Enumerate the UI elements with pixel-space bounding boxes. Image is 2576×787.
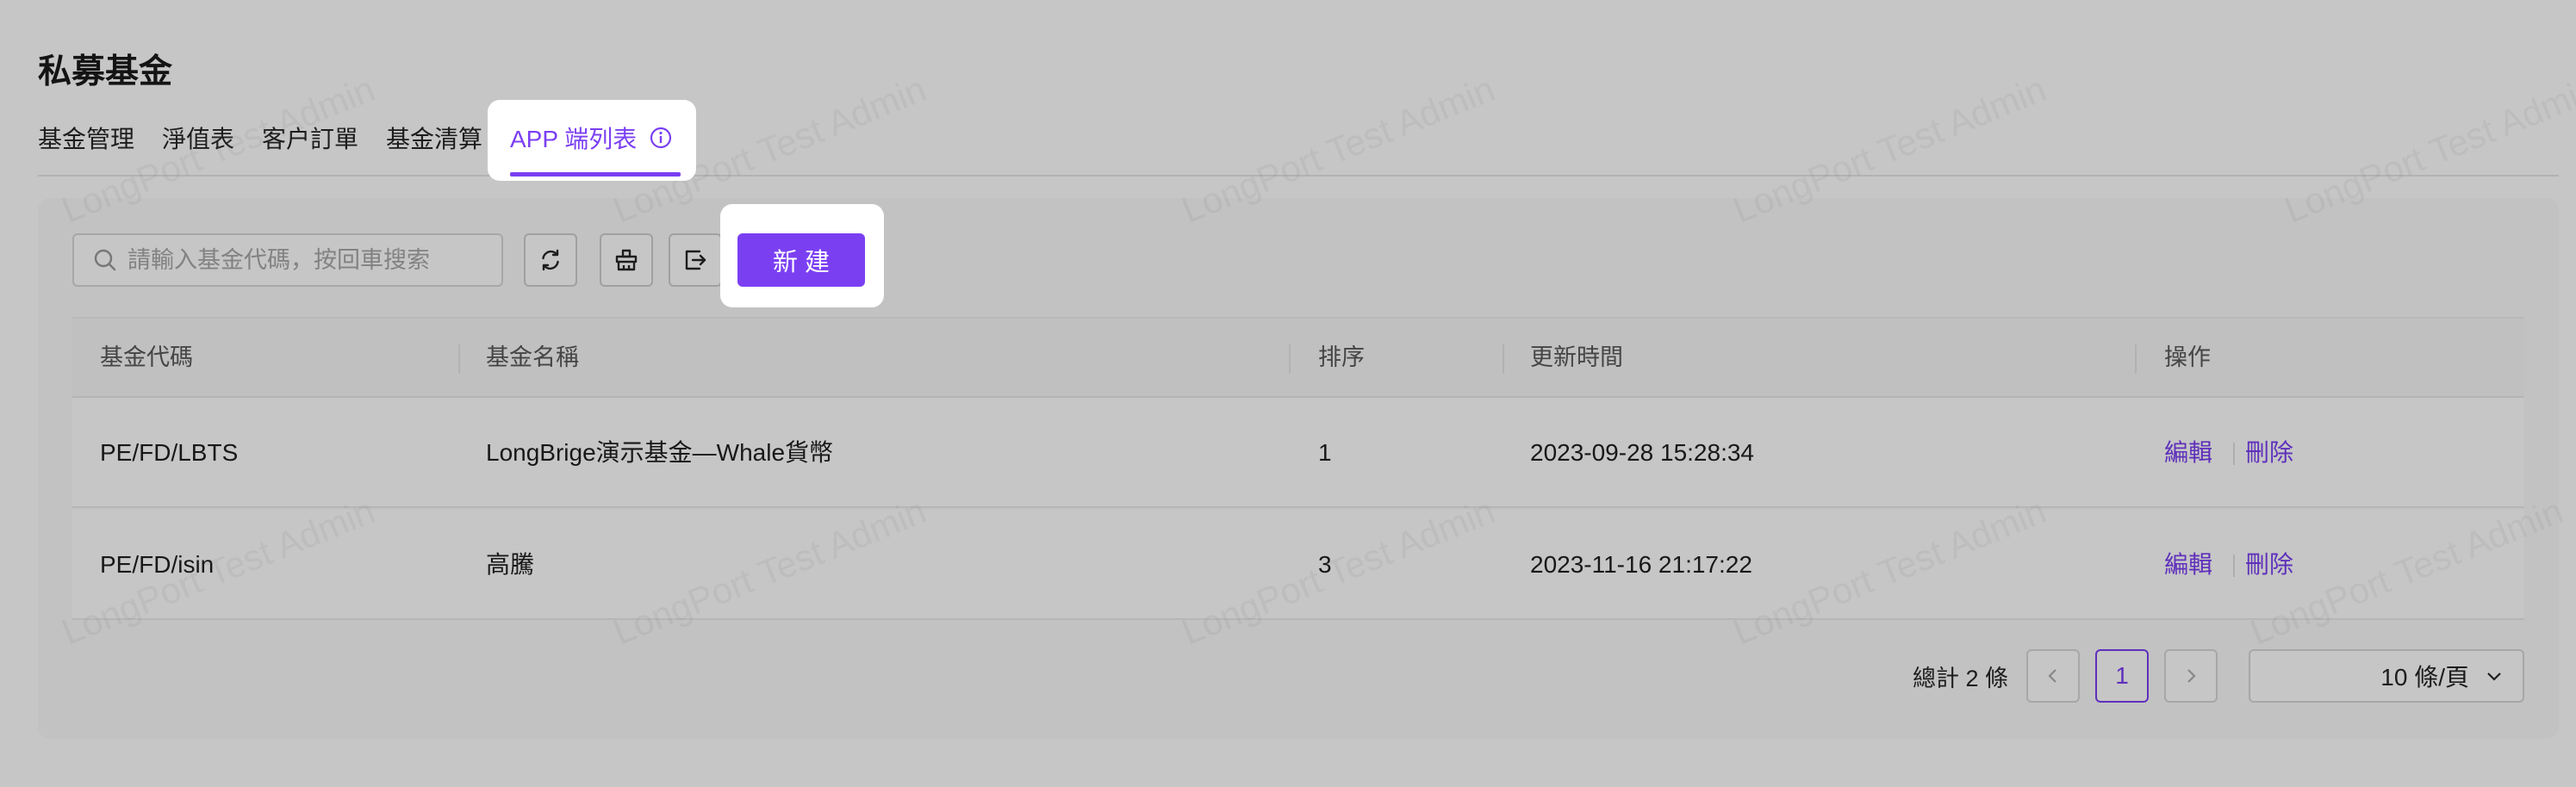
pagination-total: 總計 2 條 — [1913, 666, 2009, 691]
new-button[interactable]: 新建 — [737, 233, 865, 287]
tab-fund-liquidation[interactable]: 基金清算 — [386, 121, 482, 155]
tab-divider — [38, 175, 2559, 177]
active-tab-indicator — [510, 172, 681, 177]
cell-fund-name: 高騰 — [486, 551, 535, 578]
tab-nav-table[interactable]: 淨值表 — [162, 121, 234, 155]
page-size-select[interactable]: 10 條/頁 — [2249, 649, 2524, 703]
edit-link[interactable]: 編輯 — [2164, 398, 2212, 508]
action-divider — [2233, 443, 2235, 465]
cell-updated-time: 2023-11-16 21:17:22 — [1530, 551, 1752, 578]
table-row: PE/FD/isin 高騰 3 2023-11-16 21:17:22 編輯 刪… — [72, 510, 2524, 620]
column-header-fund-code: 基金代碼 — [100, 344, 193, 370]
refresh-icon — [538, 247, 563, 273]
cell-fund-name: LongBrige演示基金—Whale貨幣 — [486, 439, 834, 466]
action-divider — [2233, 555, 2235, 577]
cell-order: 3 — [1318, 551, 1332, 578]
page-size-value: 10 條/頁 — [2380, 664, 2469, 691]
clear-icon — [613, 247, 639, 273]
chevron-down-icon — [2485, 666, 2504, 685]
pagination-page-current[interactable]: 1 — [2095, 649, 2149, 703]
info-circle-icon — [649, 126, 673, 150]
pagination-prev-button[interactable] — [2026, 649, 2080, 703]
chevron-left-icon — [2044, 667, 2062, 685]
tab-customer-orders[interactable]: 客户訂單 — [262, 121, 358, 155]
column-header-actions: 操作 — [2164, 344, 2211, 370]
delete-link[interactable]: 刪除 — [2245, 398, 2293, 508]
chevron-right-icon — [2182, 667, 2200, 685]
column-header-fund-name: 基金名稱 — [486, 344, 579, 370]
clear-button[interactable] — [600, 233, 653, 287]
search-input[interactable] — [128, 246, 498, 274]
column-divider — [1289, 344, 1291, 374]
export-icon — [682, 247, 708, 273]
page-title: 私募基金 — [38, 53, 173, 90]
delete-link[interactable]: 刪除 — [2245, 510, 2293, 620]
cell-fund-code: PE/FD/LBTS — [100, 439, 239, 466]
cell-fund-code: PE/FD/isin — [100, 551, 215, 578]
tab-app-list[interactable]: APP 端列表 — [510, 119, 673, 157]
tab-fund-management[interactable]: 基金管理 — [38, 121, 134, 155]
search-field[interactable] — [72, 233, 503, 287]
tab-app-list-label: APP 端列表 — [510, 126, 638, 152]
cell-order: 1 — [1318, 439, 1332, 466]
pagination-next-button[interactable] — [2164, 649, 2218, 703]
column-divider — [2135, 344, 2137, 374]
refresh-button[interactable] — [524, 233, 577, 287]
table-header: 基金代碼 基金名稱 排序 更新時間 操作 — [72, 317, 2524, 398]
search-icon — [93, 248, 117, 272]
column-header-order: 排序 — [1318, 344, 1365, 370]
table-row: PE/FD/LBTS LongBrige演示基金—Whale貨幣 1 2023-… — [72, 398, 2524, 508]
edit-link[interactable]: 編輯 — [2164, 510, 2212, 620]
column-divider — [1503, 344, 1504, 374]
export-button[interactable] — [669, 233, 722, 287]
column-header-updated-time: 更新時間 — [1530, 344, 1623, 370]
tab-bar: 基金管理 淨值表 客户訂單 基金清算 — [38, 119, 510, 157]
column-divider — [458, 344, 460, 374]
cell-updated-time: 2023-09-28 15:28:34 — [1530, 439, 1754, 466]
